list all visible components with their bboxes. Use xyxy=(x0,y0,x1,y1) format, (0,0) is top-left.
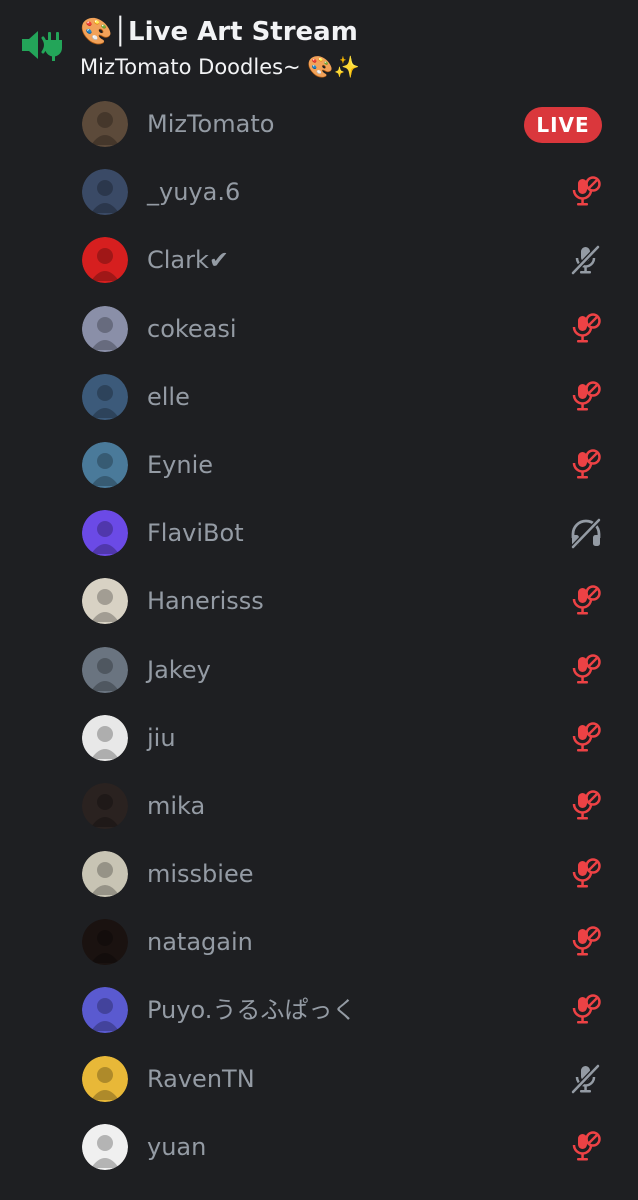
server-muted-mic-icon xyxy=(568,174,604,210)
member-row[interactable]: mika xyxy=(0,772,638,840)
member-name: FlaviBot xyxy=(147,519,244,548)
avatar[interactable] xyxy=(82,169,128,216)
avatar[interactable] xyxy=(82,646,128,693)
avatar[interactable] xyxy=(82,987,128,1034)
channel-subtitle: MizTomato Doodles~ 🎨✨ xyxy=(80,55,360,79)
avatar[interactable] xyxy=(82,101,128,147)
avatar[interactable] xyxy=(82,237,128,284)
server-muted-mic-icon xyxy=(568,311,604,347)
avatar[interactable] xyxy=(82,851,128,898)
server-muted-mic-icon xyxy=(568,1129,604,1165)
member-row[interactable]: cokeasi xyxy=(0,295,638,363)
member-row[interactable]: elle xyxy=(0,363,638,431)
member-name: missbiee xyxy=(147,860,254,889)
member-name: Hanerisss xyxy=(147,587,264,616)
avatar[interactable] xyxy=(82,305,128,352)
server-muted-mic-icon xyxy=(568,447,604,483)
channel-title: 🎨│Live Art Stream xyxy=(80,17,358,47)
member-row[interactable]: missbiee xyxy=(0,840,638,908)
member-row[interactable]: Eynie xyxy=(0,431,638,499)
muted-mic-icon xyxy=(568,242,604,278)
member-row[interactable]: Hanerisss xyxy=(0,567,638,635)
member-name: Eynie xyxy=(147,450,214,479)
avatar[interactable] xyxy=(82,919,128,966)
avatar[interactable] xyxy=(82,1055,128,1102)
server-muted-mic-icon xyxy=(568,720,604,756)
member-row[interactable]: jiu xyxy=(0,704,638,772)
member-row[interactable]: FlaviBot xyxy=(0,499,638,567)
channel-header: 🎨│Live Art Stream MizTomato Doodles~ 🎨✨ xyxy=(0,0,638,90)
member-name: _yuya.6 xyxy=(147,178,241,207)
avatar[interactable] xyxy=(82,373,128,420)
member-name: cokeasi xyxy=(147,314,237,343)
member-name: jiu xyxy=(147,723,176,752)
deafened-headphones-icon xyxy=(568,515,604,551)
member-row[interactable]: _yuya.6 xyxy=(0,158,638,226)
server-muted-mic-icon xyxy=(568,379,604,415)
member-row[interactable]: RavenTN xyxy=(0,1045,638,1113)
avatar[interactable] xyxy=(82,441,128,488)
member-name: MizTomato xyxy=(147,110,275,138)
member-name: Puyo.うるふぱっく xyxy=(147,996,357,1025)
member-row[interactable]: MizTomato xyxy=(0,90,638,158)
voice-member-list: MizTomato _yuya.6 Clark✔ cokeasi elle Eynie Fl… xyxy=(0,90,638,1181)
avatar[interactable] xyxy=(82,510,128,557)
avatar[interactable] xyxy=(82,1123,128,1170)
avatar[interactable] xyxy=(82,782,128,829)
server-muted-mic-icon xyxy=(568,788,604,824)
avatar[interactable] xyxy=(82,578,128,625)
server-muted-mic-icon xyxy=(568,652,604,688)
member-row[interactable]: Jakey xyxy=(0,636,638,704)
member-name: RavenTN xyxy=(147,1064,255,1093)
server-muted-mic-icon xyxy=(568,924,604,960)
member-row[interactable]: yuan xyxy=(0,1113,638,1181)
member-name: elle xyxy=(147,382,190,411)
server-muted-mic-icon xyxy=(568,856,604,892)
member-name: yuan xyxy=(147,1132,207,1161)
voice-channel-speaker-icon xyxy=(22,31,62,61)
muted-mic-icon xyxy=(568,1061,604,1097)
member-row[interactable]: natagain xyxy=(0,908,638,976)
member-name: Clark✔ xyxy=(147,246,230,275)
member-row[interactable]: Puyo.うるふぱっく xyxy=(0,976,638,1044)
server-muted-mic-icon xyxy=(568,992,604,1028)
server-muted-mic-icon xyxy=(568,583,604,619)
member-name: mika xyxy=(147,791,206,820)
member-name: Jakey xyxy=(147,655,211,684)
avatar[interactable] xyxy=(82,714,128,761)
member-row[interactable]: Clark✔ xyxy=(0,226,638,294)
member-name: natagain xyxy=(147,928,253,957)
